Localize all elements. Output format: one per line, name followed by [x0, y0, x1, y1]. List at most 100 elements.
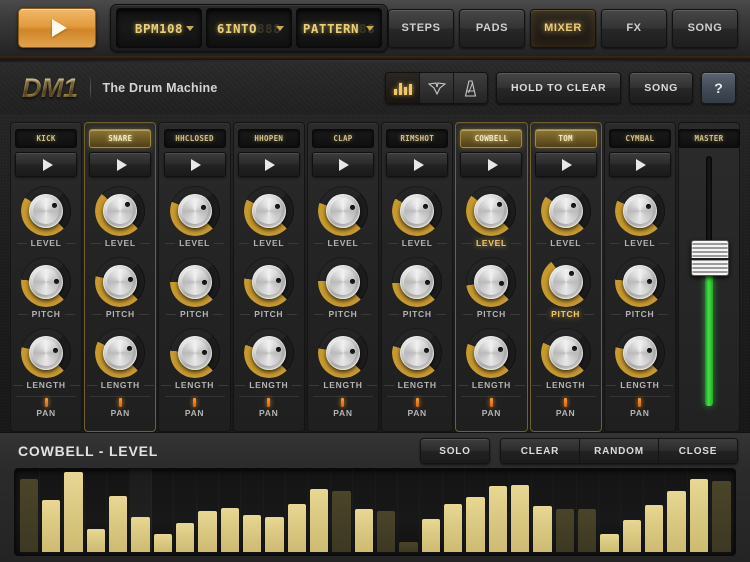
knob-pitch[interactable]: [389, 257, 445, 307]
step-column[interactable]: [308, 469, 330, 552]
step-column[interactable]: [644, 469, 666, 552]
channel-play-button[interactable]: [460, 152, 522, 177]
channel-play-button[interactable]: [89, 152, 151, 177]
mixer-channel-hhopen[interactable]: HHOPENLEVELPITCHLENGTHPAN: [233, 122, 305, 432]
step-column[interactable]: [376, 469, 398, 552]
tab-steps[interactable]: STEPS: [388, 9, 454, 48]
pan-slider[interactable]: [90, 396, 150, 407]
knob-pitch[interactable]: [612, 257, 668, 307]
pan-control[interactable]: PAN: [536, 396, 596, 418]
pan-slider[interactable]: [165, 396, 225, 407]
step-column[interactable]: [420, 469, 442, 552]
step-column[interactable]: [353, 469, 375, 552]
channel-name-button[interactable]: KICK: [15, 129, 77, 148]
knob-level[interactable]: [241, 186, 297, 236]
knob-length[interactable]: [315, 328, 371, 378]
knob-level[interactable]: [538, 186, 594, 236]
step-column[interactable]: [130, 469, 152, 552]
knob-level[interactable]: [612, 186, 668, 236]
channel-name-button[interactable]: SNARE: [89, 129, 151, 148]
knob-pitch[interactable]: [463, 257, 519, 307]
step-column[interactable]: [398, 469, 420, 552]
knob-level[interactable]: [18, 186, 74, 236]
knob-level[interactable]: [389, 186, 445, 236]
step-column[interactable]: [264, 469, 286, 552]
knob-length[interactable]: [463, 328, 519, 378]
tab-pads[interactable]: PADS: [459, 9, 525, 48]
step-column[interactable]: [331, 469, 353, 552]
channel-play-button[interactable]: [238, 152, 300, 177]
step-column[interactable]: [63, 469, 85, 552]
step-column[interactable]: [174, 469, 196, 552]
mixer-channel-tom[interactable]: TOMLEVELPITCHLENGTHPAN: [530, 122, 602, 432]
knob-length[interactable]: [389, 328, 445, 378]
knob-level[interactable]: [167, 186, 223, 236]
play-button[interactable]: [18, 8, 96, 48]
pan-slider[interactable]: [536, 396, 596, 407]
mixer-channel-kick[interactable]: KICKLEVELPITCHLENGTHPAN: [10, 122, 82, 432]
close-button[interactable]: CLOSE: [659, 439, 737, 463]
pan-control[interactable]: PAN: [313, 396, 373, 418]
pan-slider[interactable]: [16, 396, 76, 407]
step-column[interactable]: [599, 469, 621, 552]
step-column[interactable]: [688, 469, 710, 552]
pan-control[interactable]: PAN: [610, 396, 670, 418]
channel-name-button[interactable]: COWBELL: [460, 129, 522, 148]
knob-length[interactable]: [18, 328, 74, 378]
pan-control[interactable]: PAN: [16, 396, 76, 418]
pan-slider[interactable]: [239, 396, 299, 407]
channel-play-button[interactable]: [15, 152, 77, 177]
master-fader[interactable]: [687, 156, 731, 406]
knob-level[interactable]: [92, 186, 148, 236]
knob-pitch[interactable]: [241, 257, 297, 307]
pan-control[interactable]: PAN: [461, 396, 521, 418]
channel-name-button[interactable]: HHCLOSED: [164, 129, 226, 148]
step-column[interactable]: [18, 469, 40, 552]
pan-slider[interactable]: [610, 396, 670, 407]
step-column[interactable]: [465, 469, 487, 552]
step-column[interactable]: [577, 469, 599, 552]
channel-play-button[interactable]: [164, 152, 226, 177]
step-column[interactable]: [621, 469, 643, 552]
knob-level[interactable]: [463, 186, 519, 236]
step-column[interactable]: [532, 469, 554, 552]
step-column[interactable]: [219, 469, 241, 552]
channel-play-button[interactable]: [312, 152, 374, 177]
tab-mixer[interactable]: MIXER: [530, 9, 596, 48]
master-channel[interactable]: MASTER: [678, 122, 740, 432]
pattern-display[interactable]: PATTERN88: [296, 8, 382, 48]
fader-handle[interactable]: [691, 240, 729, 276]
pan-control[interactable]: PAN: [165, 396, 225, 418]
song-button[interactable]: SONG: [629, 72, 693, 104]
knob-length[interactable]: [612, 328, 668, 378]
step-column[interactable]: [666, 469, 688, 552]
pan-control[interactable]: PAN: [90, 396, 150, 418]
knob-pitch[interactable]: [167, 257, 223, 307]
knob-pitch[interactable]: [538, 257, 594, 307]
mixer-channel-snare[interactable]: SNARELEVELPITCHLENGTHPAN: [84, 122, 156, 432]
step-column[interactable]: [40, 469, 62, 552]
pan-slider[interactable]: [461, 396, 521, 407]
help-button[interactable]: ?: [701, 72, 736, 104]
solo-button[interactable]: SOLO: [420, 438, 490, 464]
pan-control[interactable]: PAN: [239, 396, 299, 418]
random-button[interactable]: RANDOM: [580, 439, 659, 463]
knob-length[interactable]: [538, 328, 594, 378]
pan-control[interactable]: PAN: [387, 396, 447, 418]
step-column[interactable]: [487, 469, 509, 552]
pan-slider[interactable]: [313, 396, 373, 407]
metronome-icon-button[interactable]: [454, 73, 487, 103]
levels-icon-button[interactable]: [386, 73, 420, 103]
pan-slider[interactable]: [387, 396, 447, 407]
step-column[interactable]: [443, 469, 465, 552]
tab-song[interactable]: SONG: [672, 9, 738, 48]
channel-name-button[interactable]: CYMBAL: [609, 129, 671, 148]
step-column[interactable]: [286, 469, 308, 552]
step-column[interactable]: [85, 469, 107, 552]
step-column[interactable]: [554, 469, 576, 552]
knob-pitch[interactable]: [315, 257, 371, 307]
channel-name-button[interactable]: CLAP: [312, 129, 374, 148]
mixer-channel-rimshot[interactable]: RIMSHOTLEVELPITCHLENGTHPAN: [381, 122, 453, 432]
knob-length[interactable]: [167, 328, 223, 378]
step-column[interactable]: [152, 469, 174, 552]
